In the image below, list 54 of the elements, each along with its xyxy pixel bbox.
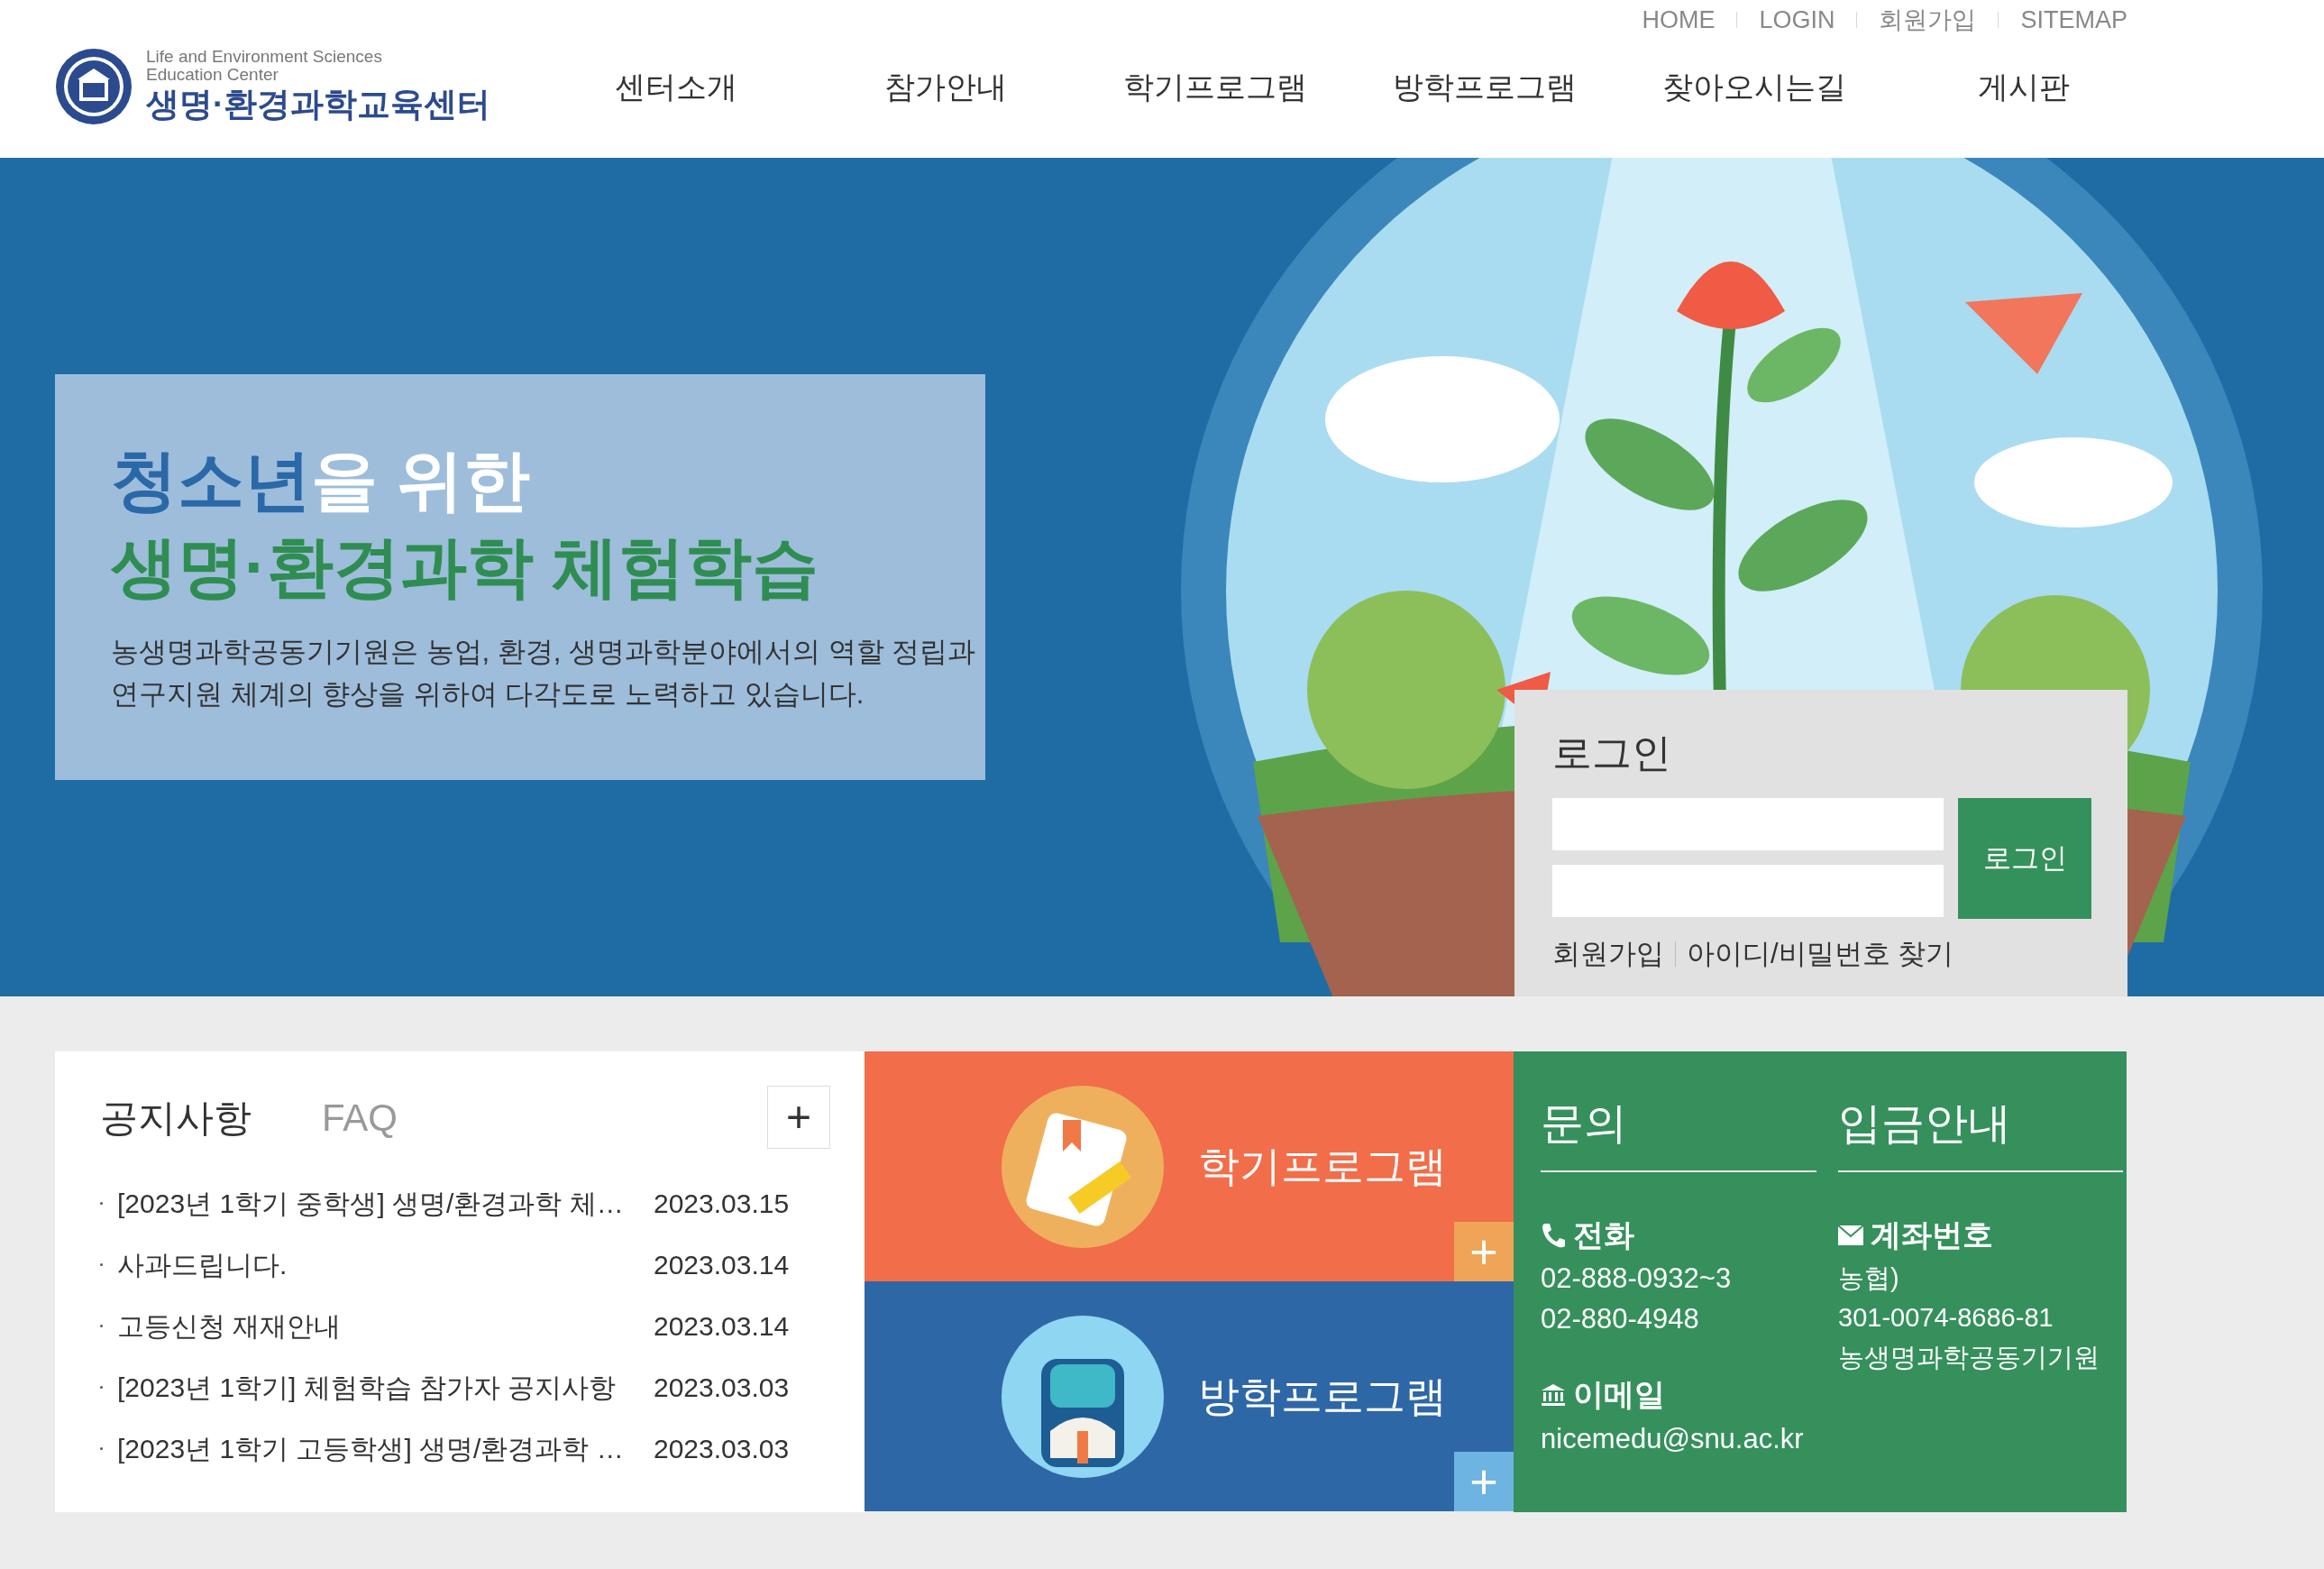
logo-korean-text: 생명·환경과학교육센터 — [146, 85, 491, 124]
program-title: 방학프로그램 — [1198, 1372, 1447, 1421]
phone-number: 02-880-4948 — [1541, 1302, 1700, 1336]
login-link[interactable]: 아이디/비밀번호 찾기 — [1687, 933, 1954, 976]
account-info: 농생명과학공동기기원 — [1838, 1342, 2100, 1373]
envelope-icon — [1838, 1225, 1863, 1245]
account-label: 계좌번호 — [1871, 1216, 1993, 1253]
notice-title[interactable]: [2023년 1학기] 체험학습 참가자 공지사항 — [117, 1366, 654, 1408]
email-label: 이메일 — [1573, 1376, 1665, 1413]
program-card[interactable]: 방학프로그램 + — [865, 1281, 1514, 1511]
account-info: 301-0074-8686-81 — [1838, 1302, 2054, 1334]
notice-date: 2023.03.15 — [654, 1187, 790, 1220]
hero-subtitle: 생명·환경과학 체험학습 — [111, 528, 820, 606]
nav-item[interactable]: 게시판 — [1889, 63, 2158, 110]
nav-item[interactable]: 방학프로그램 — [1350, 63, 1619, 110]
login-button[interactable]: 로그인 — [1958, 798, 2091, 919]
backpack-icon — [1000, 1313, 1166, 1480]
notice-title[interactable]: [2023년 1학기 고등학생] 생명/환경과학 … — [117, 1427, 654, 1469]
top-link[interactable]: HOME — [1642, 7, 1716, 32]
login-title: 로그인 — [1552, 729, 1672, 776]
notice-title[interactable]: 사과드립니다. — [117, 1243, 654, 1285]
logo-english-text: Life and Environment Sciences — [146, 48, 383, 66]
board-tab[interactable]: 공지사항 — [100, 1088, 252, 1146]
phone-label: 전화 — [1573, 1216, 1634, 1253]
top-link[interactable]: 회원가입 — [1879, 7, 1977, 32]
notice-date: 2023.03.14 — [654, 1248, 790, 1281]
program-title: 학기프로그램 — [1198, 1142, 1447, 1191]
nav-item[interactable]: 센터소개 — [541, 63, 810, 110]
notice-title[interactable]: 고등신청 재재안내 — [117, 1305, 654, 1346]
nav-item[interactable]: 학기프로그램 — [1080, 63, 1350, 110]
notice-date: 2023.03.14 — [654, 1309, 790, 1343]
email-address: nicemedu@snu.ac.kr — [1541, 1422, 1805, 1456]
hero-title: 청소년을 위한 — [111, 442, 531, 519]
notice-date: 2023.03.03 — [654, 1371, 790, 1404]
username-field[interactable] — [1552, 798, 1944, 850]
nav-item[interactable]: 참가안내 — [810, 63, 1080, 110]
university-emblem-icon — [54, 47, 133, 126]
logo-english-text: Education Center — [146, 66, 279, 84]
more-button[interactable]: + — [767, 1086, 830, 1149]
login-link[interactable]: 회원가입 — [1552, 933, 1664, 976]
phone-number: 02-888-0932~3 — [1541, 1262, 1733, 1296]
nav-item[interactable]: 찾아오시는길 — [1619, 63, 1889, 110]
bank-icon — [1541, 1382, 1566, 1407]
top-link[interactable]: SITEMAP — [2020, 7, 2127, 32]
notice-title[interactable]: [2023년 1학기 중학생] 생명/환경과학 체… — [117, 1182, 654, 1224]
account-info: 농협) — [1838, 1262, 1900, 1294]
hero-description: 농생명과학공동기기원은 농업, 환경, 생명과학분야에서의 역할 정립과 연구지원 체계의 향상을 위하여 다각도로 노력하고 있습니다. — [111, 635, 977, 711]
contact-heading: 문의 — [1541, 1093, 1816, 1172]
notice-date: 2023.03.03 — [654, 1432, 790, 1465]
password-field[interactable] — [1552, 865, 1944, 917]
top-link[interactable]: LOGIN — [1759, 7, 1835, 32]
phone-icon — [1541, 1221, 1566, 1249]
contact-heading: 입금안내 — [1838, 1093, 2123, 1172]
notebook-pencil-icon — [1000, 1083, 1166, 1250]
